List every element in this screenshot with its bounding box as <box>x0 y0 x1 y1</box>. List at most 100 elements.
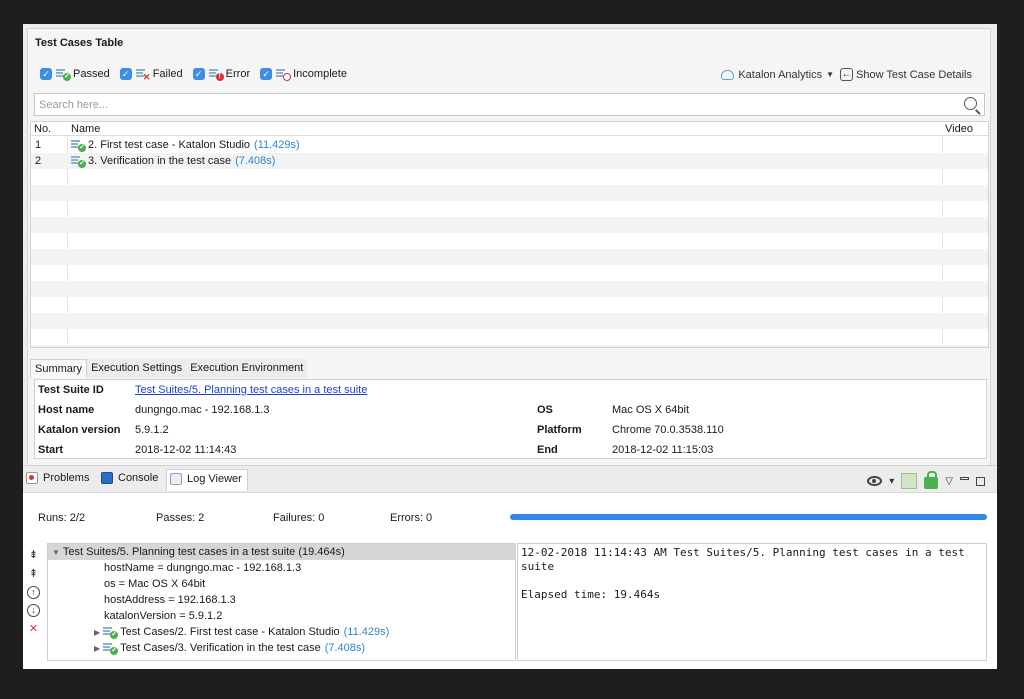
tab-problems[interactable]: Problems <box>26 472 89 484</box>
test-case-name: 2. First test case - Katalon Studio <box>88 139 251 151</box>
lock-icon[interactable] <box>924 470 939 489</box>
host-value: dungngo.mac - 192.168.1.3 <box>135 404 270 416</box>
log-side-toolbar: ⇟ ⇞ ↑ ↓ ✕ <box>27 548 40 636</box>
column-header-video[interactable]: Video <box>945 123 973 135</box>
errors-count: Errors: 0 <box>390 512 433 524</box>
row-number: 2 <box>35 155 42 167</box>
empty-row <box>31 185 988 201</box>
log-tree: ▼ Test Suites/5. Planning test cases in a… <box>47 543 516 661</box>
filter-failed[interactable]: ✓ ✕ Failed <box>119 68 183 82</box>
passed-icon: ✓ <box>56 68 71 81</box>
tree-prop-label: hostName = dungngo.mac - 192.168.1.3 <box>104 562 302 574</box>
empty-row <box>31 297 988 313</box>
tree-prop-row[interactable]: katalonVersion = 5.9.1.2 <box>48 608 515 624</box>
console-icon <box>101 472 113 484</box>
show-test-case-details-button[interactable]: Show Test Case Details <box>856 69 972 81</box>
collapse-triangle-icon[interactable]: ▼ <box>52 548 60 557</box>
tree-case-row[interactable]: ▶ ✓ Test Cases/2. First test case - Kata… <box>48 624 515 640</box>
test-cases-panel: Test Cases Table ✓ ✓ Passed ✓ ✕ Failed ✓… <box>27 28 991 484</box>
summary-row: Test Suite ID Test Suites/5. Planning te… <box>35 384 986 404</box>
passed-icon: ✓ <box>71 139 86 152</box>
tab-execution-environment[interactable]: Execution Environment <box>186 359 308 378</box>
runs-count: Runs: 2/2 <box>38 512 86 524</box>
tree-prop-label: os = Mac OS X 64bit <box>104 578 206 590</box>
platform-label: Platform <box>537 424 582 436</box>
eye-icon[interactable] <box>867 476 883 486</box>
tree-prop-label: katalonVersion = 5.9.1.2 <box>104 610 223 622</box>
failures-count: Failures: 0 <box>273 512 325 524</box>
cloud-icon <box>721 69 735 80</box>
platform-value: Chrome 70.0.3538.110 <box>612 424 724 436</box>
test-cases-table: No. Name Video 1 ✓ 2. First test case - … <box>30 121 989 348</box>
filter-incomplete[interactable]: ✓ Incomplete <box>260 68 347 81</box>
katalon-app-window: Test Cases Table ✓ ✓ Passed ✓ ✕ Failed ✓… <box>23 24 997 669</box>
search-icon[interactable] <box>964 97 977 110</box>
tab-log-viewer[interactable]: Log Viewer <box>166 469 248 491</box>
column-header-name[interactable]: Name <box>71 123 100 135</box>
filter-label: Incomplete <box>293 68 347 80</box>
version-label: Katalon version <box>38 424 121 436</box>
row-name-cell: ✓ 2. First test case - Katalon Studio (1… <box>71 139 300 152</box>
progress-fill <box>510 514 987 520</box>
tree-prop-row[interactable]: hostAddress = 192.168.1.3 <box>48 592 515 608</box>
test-case-duration: (11.429s) <box>254 139 300 151</box>
show-failures-icon[interactable]: ✕ <box>27 622 40 636</box>
empty-row <box>31 313 988 329</box>
error-icon: ! <box>208 68 224 81</box>
view-menu-icon[interactable]: ▽ <box>945 476 953 487</box>
incomplete-icon <box>276 68 292 81</box>
passed-icon: ✓ <box>71 155 86 168</box>
panel-tools: Katalon Analytics ▼ ← Show Test Case Det… <box>721 68 972 81</box>
tree-case-duration: (7.408s) <box>324 642 366 654</box>
tree-prop-row[interactable]: hostName = dungngo.mac - 192.168.1.3 <box>48 560 515 576</box>
tab-label: Problems <box>43 472 90 484</box>
tree-root-row[interactable]: ▼ Test Suites/5. Planning test cases in a… <box>48 544 515 560</box>
tree-case-label: Test Cases/2. First test case - Katalon … <box>120 626 340 638</box>
checkbox-incomplete[interactable]: ✓ <box>260 68 273 80</box>
tab-summary[interactable]: Summary <box>30 359 88 378</box>
start-value: 2018-12-02 11:14:43 <box>135 444 237 456</box>
katalon-analytics-button[interactable]: Katalon Analytics <box>738 69 822 81</box>
table-row[interactable]: 1 ✓ 2. First test case - Katalon Studio … <box>31 137 988 153</box>
summary-row: Katalon version 5.9.1.2 Platform Chrome … <box>35 424 986 444</box>
tab-label: Console <box>118 472 159 484</box>
summary-row: Start 2018-12-02 11:14:43 End 2018-12-02… <box>35 444 986 464</box>
panel-title: Test Cases Table <box>35 37 124 49</box>
checkbox-error[interactable]: ✓ <box>192 68 205 80</box>
test-case-duration: (7.408s) <box>235 155 276 167</box>
tab-execution-settings[interactable]: Execution Settings <box>87 359 187 378</box>
search-input[interactable]: Search here... <box>34 93 985 116</box>
suite-id-link[interactable]: Test Suites/5. Planning test cases in a … <box>135 384 367 396</box>
table-row[interactable]: 2 ✓ 3. Verification in the test case (7.… <box>31 153 988 169</box>
tree-case-row[interactable]: ▶ ✓ Test Cases/3. Verification in the te… <box>48 640 515 656</box>
chevron-down-icon[interactable]: ▼ <box>826 70 834 79</box>
expand-triangle-icon[interactable]: ▶ <box>94 644 100 653</box>
tree-prop-row[interactable]: os = Mac OS X 64bit <box>48 576 515 592</box>
collapse-all-icon[interactable]: ⇟ <box>27 548 40 562</box>
tree-case-duration: (11.429s) <box>343 626 390 638</box>
checkbox-failed[interactable]: ✓ <box>119 68 132 80</box>
empty-row <box>31 345 988 347</box>
passed-icon: ✓ <box>103 642 119 655</box>
minimize-icon[interactable] <box>960 476 969 480</box>
checkbox-passed[interactable]: ✓ <box>40 68 52 80</box>
expand-triangle-icon[interactable]: ▶ <box>94 628 100 637</box>
expand-all-icon[interactable]: ⇞ <box>27 567 40 581</box>
log-viewer-icon <box>170 473 182 485</box>
column-header-no[interactable]: No. <box>34 123 51 135</box>
chevron-down-icon[interactable]: ▾ <box>889 476 894 487</box>
tree-view-icon[interactable] <box>901 473 918 489</box>
previous-icon[interactable]: ↑ <box>27 586 40 599</box>
maximize-icon[interactable] <box>976 476 985 486</box>
filter-passed[interactable]: ✓ ✓ Passed <box>40 68 110 81</box>
bottom-tab-bar: Problems Console Log Viewer ▾ ▽ <box>23 466 997 493</box>
version-value: 5.9.1.2 <box>135 424 169 436</box>
filter-label: Failed <box>152 68 183 80</box>
tab-console[interactable]: Console <box>101 472 158 484</box>
next-icon[interactable]: ↓ <box>27 604 40 617</box>
table-header: No. Name Video <box>31 122 988 136</box>
summary-tabs: Summary Execution Settings Execution Env… <box>30 359 308 378</box>
log-detail-text[interactable]: 12-02-2018 11:14:43 AM Test Suites/5. Pl… <box>517 543 987 661</box>
filter-error[interactable]: ✓ ! Error <box>192 68 250 81</box>
status-filters: ✓ ✓ Passed ✓ ✕ Failed ✓ ! Error ✓ Incomp… <box>40 68 357 82</box>
